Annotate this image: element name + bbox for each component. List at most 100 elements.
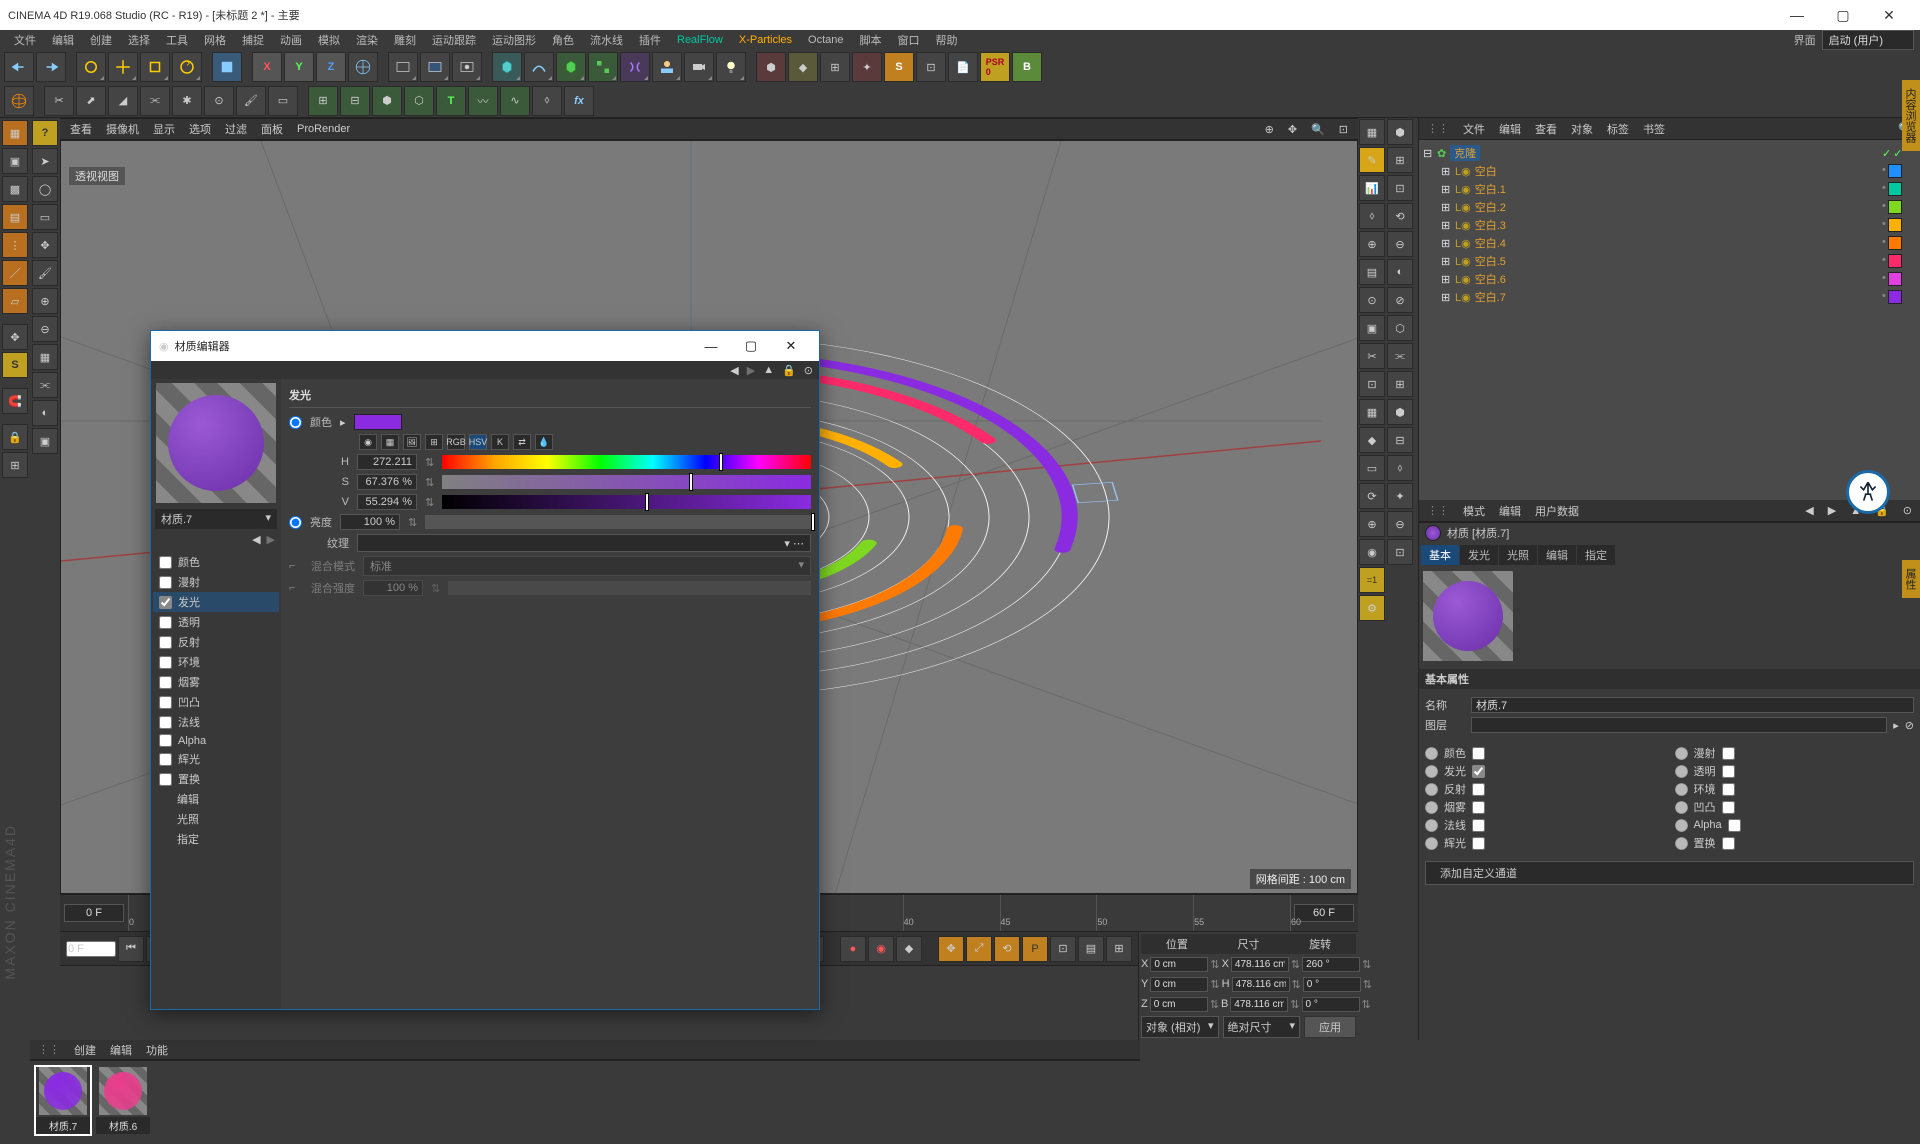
attr-channel-checkbox[interactable]: 环境	[1675, 781, 1915, 797]
palette-button[interactable]: ⊖	[1387, 231, 1413, 257]
me-picker-spectrum-icon[interactable]: ▦	[381, 434, 399, 450]
me-brightness-radio[interactable]	[289, 516, 302, 529]
render-pv-button[interactable]	[420, 52, 450, 82]
move-icon[interactable]: ✥	[32, 232, 58, 258]
me-preview-nav-fwd[interactable]: ▶	[267, 533, 275, 546]
render-settings-button[interactable]	[452, 52, 482, 82]
tile-button[interactable]: ⊞	[2, 452, 28, 478]
key-prev-button[interactable]: ⏮	[118, 936, 144, 962]
motion-clip-button[interactable]: ⊞	[1106, 936, 1132, 962]
attr-tab-assign[interactable]: 指定	[1577, 545, 1615, 565]
plugin-a-button[interactable]: ⬢	[756, 52, 786, 82]
loop-select-icon[interactable]: ⊕	[32, 288, 58, 314]
pla-key-button[interactable]: ⊡	[1050, 936, 1076, 962]
tool-brush[interactable]: 🖌	[236, 86, 266, 116]
palette-button[interactable]: ⬡	[1387, 315, 1413, 341]
content-browser-tab[interactable]: 内容浏览器	[1902, 80, 1920, 151]
om-bookmarks[interactable]: 书签	[1643, 121, 1665, 137]
me-picker-swatches-icon[interactable]: ⊞	[425, 434, 443, 450]
tree-row-child[interactable]: ⊞L◉空白.3 •	[1423, 216, 1916, 234]
menu-select[interactable]: 选择	[120, 32, 158, 48]
vp-zoom-icon[interactable]: 🔍	[1311, 123, 1325, 136]
scale-tool-button[interactable]	[140, 52, 170, 82]
render-view-button[interactable]	[388, 52, 418, 82]
mograph-tracer[interactable]: 〰	[468, 86, 498, 116]
scale-key-button[interactable]: ⤢	[966, 936, 992, 962]
menu-simulate[interactable]: 模拟	[310, 32, 348, 48]
snap-button[interactable]: 🧲	[2, 388, 28, 414]
mograph-text[interactable]: T	[436, 86, 466, 116]
timeline-end-input[interactable]	[1294, 904, 1354, 922]
palette-button[interactable]: ⊡	[1387, 539, 1413, 565]
minimize-button[interactable]: —	[1774, 0, 1820, 30]
timeline-start-input[interactable]	[64, 904, 124, 922]
fx-button[interactable]: fx	[564, 86, 594, 116]
autokey-button[interactable]: ◉	[868, 936, 894, 962]
menu-render[interactable]: 渲染	[348, 32, 386, 48]
menu-window[interactable]: 窗口	[890, 32, 928, 48]
palette-button[interactable]: ✎	[1359, 147, 1385, 173]
palette-button[interactable]: ⫘	[1387, 343, 1413, 369]
attr-layer-browse-icon[interactable]: ▸	[1893, 719, 1899, 732]
menu-mograph[interactable]: 运动图形	[484, 32, 544, 48]
me-color-expand-icon[interactable]: ▸	[340, 416, 346, 429]
environment-button[interactable]	[652, 52, 682, 82]
tree-row-child[interactable]: ⊞L◉空白.7 •	[1423, 288, 1916, 306]
attr-channel-checkbox[interactable]: Alpha	[1675, 817, 1915, 833]
om-objects[interactable]: 对象	[1571, 121, 1593, 137]
menu-edit[interactable]: 编辑	[44, 32, 82, 48]
me-close-button[interactable]: ✕	[771, 338, 811, 354]
attr-tab-illumination[interactable]: 光照	[1499, 545, 1537, 565]
om-tags[interactable]: 标签	[1607, 121, 1629, 137]
me-v-value[interactable]	[357, 494, 417, 510]
am-menu-icon[interactable]: ⊙	[1903, 504, 1912, 517]
attr-tab-editor[interactable]: 编辑	[1538, 545, 1576, 565]
layout-dropdown[interactable]: 启动 (用户)	[1822, 30, 1914, 50]
tree-row-child[interactable]: ⊞L◉空白.1 •	[1423, 180, 1916, 198]
me-picker-mixer-icon[interactable]: ⇄	[513, 434, 531, 450]
x-axis-button[interactable]: X	[252, 52, 282, 82]
menu-tracker[interactable]: 运动跟踪	[424, 32, 484, 48]
me-brightness-slider[interactable]	[425, 515, 811, 529]
me-mixmode-dropdown[interactable]: 标准▾	[363, 556, 811, 576]
om-edit[interactable]: 编辑	[1499, 121, 1521, 137]
palette-button[interactable]: ⬨	[1359, 203, 1385, 229]
edge-mode-button[interactable]: ／	[2, 260, 28, 286]
palette-button[interactable]: ⊞	[1387, 371, 1413, 397]
me-material-preview[interactable]	[156, 383, 276, 503]
palette-button[interactable]: ▦	[1359, 399, 1385, 425]
vp-menu-options[interactable]: 选项	[189, 121, 211, 137]
am-edit[interactable]: 编辑	[1499, 503, 1521, 519]
menu-sculpt[interactable]: 雕刻	[386, 32, 424, 48]
phong-break-icon[interactable]: ◐	[32, 400, 58, 426]
settings-gear-button[interactable]: ⚙	[1359, 595, 1385, 621]
vp-pan-icon[interactable]: ✥	[1288, 123, 1297, 136]
palette-button[interactable]: ✦	[1387, 483, 1413, 509]
y-axis-button[interactable]: Y	[284, 52, 314, 82]
attr-name-input[interactable]	[1471, 697, 1914, 713]
me-h-value[interactable]	[357, 454, 417, 470]
attr-tab-luminance[interactable]: 发光	[1460, 545, 1498, 565]
plugin-b-button[interactable]: ◆	[788, 52, 818, 82]
coord-pos-input[interactable]	[1150, 977, 1208, 992]
mograph-matrix[interactable]: ⊟	[340, 86, 370, 116]
me-channel-item[interactable]: 漫射	[153, 572, 279, 592]
tree-row-child[interactable]: ⊞L◉空白.2 •	[1423, 198, 1916, 216]
palette-button[interactable]: ◐	[1387, 259, 1413, 285]
mograph-spline[interactable]: ∿	[500, 86, 530, 116]
tool-iron[interactable]: ▭	[268, 86, 298, 116]
deformer-button[interactable]	[620, 52, 650, 82]
rot-key-button[interactable]: ⟲	[994, 936, 1020, 962]
poly-mode-button[interactable]: ▱	[2, 288, 28, 314]
coord-rot-input[interactable]	[1302, 957, 1360, 972]
coord-pos-input[interactable]	[1150, 997, 1208, 1012]
menu-help[interactable]: 帮助	[928, 32, 966, 48]
fill-select-icon[interactable]: ▦	[32, 344, 58, 370]
record-button[interactable]: ●	[840, 936, 866, 962]
me-channel-item[interactable]: 颜色	[153, 552, 279, 572]
array-button[interactable]	[588, 52, 618, 82]
menu-character[interactable]: 角色	[544, 32, 582, 48]
plugin-c-button[interactable]: ⊞	[820, 52, 850, 82]
palette-button[interactable]: ⬨	[1387, 455, 1413, 481]
me-nav-up-icon[interactable]: ▲	[763, 364, 774, 376]
